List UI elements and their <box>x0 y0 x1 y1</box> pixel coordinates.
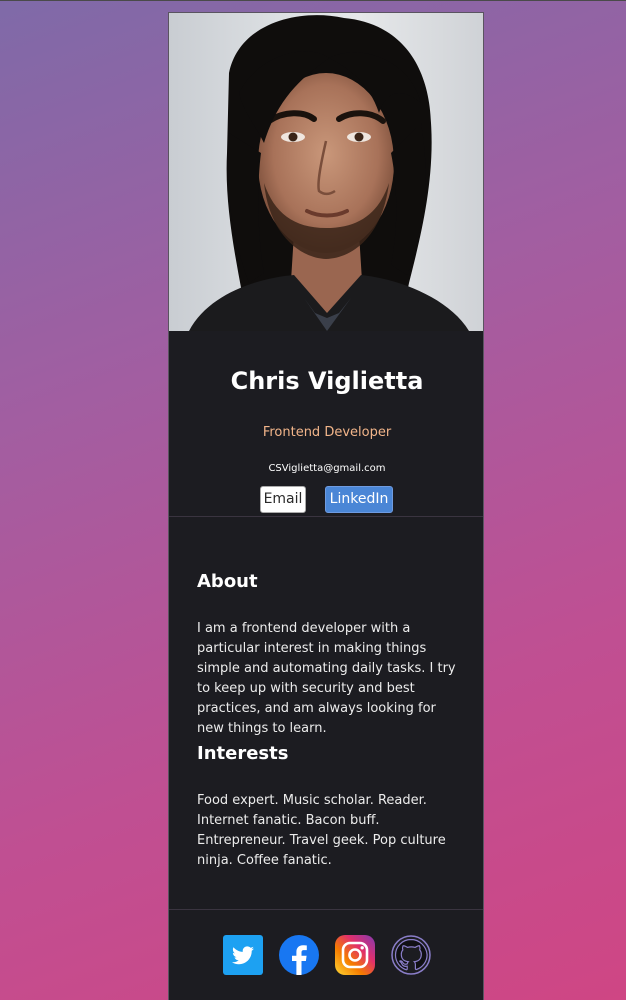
interests-text: Food expert. Music scholar. Reader. Inte… <box>197 793 446 868</box>
github-link[interactable] <box>391 935 431 975</box>
twitter-link[interactable] <box>223 935 263 975</box>
profile-card: Chris Viglietta Frontend Developer CSVig… <box>168 12 484 1000</box>
github-icon <box>391 935 431 975</box>
window-top-border <box>0 0 626 1</box>
profile-photo <box>169 13 483 331</box>
about-text: I am a frontend developer with a particu… <box>197 621 456 736</box>
linkedin-button[interactable]: LinkedIn <box>325 486 393 513</box>
profile-header: Chris Viglietta Frontend Developer CSVig… <box>169 331 483 517</box>
instagram-link[interactable] <box>335 935 375 975</box>
interests-heading: Interests <box>197 743 289 764</box>
footer-divider <box>169 909 483 910</box>
twitter-icon <box>223 935 263 975</box>
facebook-icon <box>279 935 319 975</box>
facebook-link[interactable] <box>279 935 319 975</box>
instagram-icon <box>335 935 375 975</box>
email-button[interactable]: Email <box>260 486 306 513</box>
profile-name: Chris Viglietta <box>230 367 424 395</box>
profile-role: Frontend Developer <box>262 425 392 440</box>
about-heading: About <box>197 571 258 592</box>
profile-email: CSViglietta@gmail.com <box>268 463 386 474</box>
